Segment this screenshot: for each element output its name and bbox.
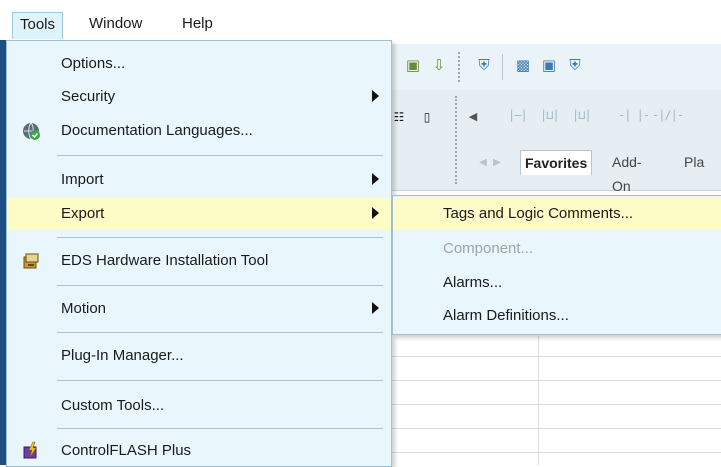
tools-menu: Options... Security Documentation Langua… (6, 40, 392, 467)
toolbar-tool-icon[interactable]: ▣ (404, 57, 422, 75)
branch-level-icon[interactable]: |⊔| (572, 108, 592, 122)
download-icon[interactable]: ⇩ (430, 57, 448, 75)
grid-line (390, 404, 721, 405)
menu-item-alarms[interactable]: Alarms... (393, 268, 721, 298)
submenu-arrow-icon (372, 90, 379, 102)
menu-item-label: Export (61, 205, 105, 222)
contact-xio-icon[interactable]: -|/|- (652, 108, 684, 122)
menu-item-import[interactable]: Import (7, 165, 391, 195)
toolbar-ladder: ☷ ▯ ◀ |–| |⊔| |⊔| -| |- -|/|- ◀ ▶ (390, 90, 721, 191)
globe-check-icon (23, 122, 40, 140)
branch-icon[interactable]: |⊔| (540, 108, 560, 122)
menu-separator (57, 428, 383, 429)
menu-item-controlflash-plus[interactable]: ControlFLASH Plus (7, 436, 391, 466)
eds-wizard-icon (23, 253, 39, 269)
contact-xic-icon[interactable]: -| |- (618, 108, 650, 122)
tab-more[interactable]: Pla (680, 150, 708, 174)
menu-item-label: Alarms... (443, 274, 503, 291)
menu-item-tags-logic-comments[interactable]: Tags and Logic Comments... (393, 198, 721, 230)
menu-item-component: Component... (393, 234, 721, 264)
tab-add-on[interactable]: Add-On (608, 150, 646, 194)
menu-item-label: Options... (61, 55, 126, 72)
tab-scroll-right-icon[interactable]: ▶ (488, 154, 506, 172)
device-icon[interactable]: ▯ (418, 108, 436, 126)
menu-separator (57, 380, 383, 381)
menu-item-label: Security (61, 88, 116, 105)
menu-separator (57, 332, 383, 333)
submenu-arrow-icon (372, 302, 379, 314)
toolbar-separator (502, 54, 503, 80)
menu-separator (57, 155, 383, 156)
grid-line (390, 428, 721, 429)
data-grid (390, 336, 721, 465)
component-icon[interactable]: ▩ (514, 57, 532, 75)
controlflash-icon (23, 441, 37, 459)
menu-item-label: Tags and Logic Comments... (443, 205, 634, 222)
menu-item-eds-hardware-tool[interactable]: EDS Hardware Installation Tool (7, 246, 391, 276)
menu-window[interactable]: Window (82, 12, 149, 38)
menu-item-label: Alarm Definitions... (443, 307, 569, 324)
menu-item-label: Import (61, 171, 104, 188)
menu-item-documentation-languages[interactable]: Documentation Languages... (7, 116, 391, 146)
menu-item-label: Motion (61, 300, 107, 317)
menu-separator (57, 237, 383, 238)
submenu-arrow-icon (372, 173, 379, 185)
menu-help[interactable]: Help (175, 12, 220, 38)
menu-bar: Tools Window Help (0, 0, 721, 40)
menu-item-motion[interactable]: Motion (7, 294, 391, 324)
menu-item-plugin-manager[interactable]: Plug-In Manager... (7, 341, 391, 371)
menu-item-label: Plug-In Manager... (61, 347, 184, 364)
rung-icon[interactable]: |–| (508, 108, 528, 122)
menu-item-label: Documentation Languages... (61, 122, 253, 139)
menu-item-alarm-definitions[interactable]: Alarm Definitions... (393, 301, 721, 331)
lock-icon[interactable]: ▣ (540, 57, 558, 75)
network-icon[interactable]: ☷ (390, 108, 408, 126)
menu-item-label: ControlFLASH Plus (61, 442, 192, 459)
toolbar-grip[interactable] (458, 52, 464, 82)
grid-line (390, 356, 721, 357)
menu-item-label: Component... (443, 240, 534, 257)
tab-favorites[interactable]: Favorites (520, 150, 593, 175)
unlock-icon[interactable]: ⛨ (566, 57, 584, 75)
menu-tools[interactable]: Tools (12, 12, 64, 39)
menu-item-custom-tools[interactable]: Custom Tools... (7, 391, 391, 421)
export-submenu: Tags and Logic Comments... Component... … (392, 195, 721, 335)
menu-separator (57, 285, 383, 286)
menu-item-export[interactable]: Export (7, 198, 391, 230)
toolbar-top: ▣ ⇩ ⛨ ▩ ▣ ⛨ (390, 44, 721, 91)
shield-icon[interactable]: ⛨ (475, 57, 493, 75)
menu-item-label: EDS Hardware Installation Tool (61, 252, 269, 269)
toolbar-grip[interactable] (455, 96, 461, 184)
menu-item-security[interactable]: Security (7, 82, 391, 112)
grid-line (538, 336, 539, 465)
menu-item-options[interactable]: Options... (7, 49, 391, 79)
grid-line (390, 380, 721, 381)
scroll-left-icon[interactable]: ◀ (464, 108, 482, 126)
submenu-arrow-icon (372, 207, 379, 219)
grid-line (390, 452, 721, 453)
menu-item-label: Custom Tools... (61, 397, 165, 414)
